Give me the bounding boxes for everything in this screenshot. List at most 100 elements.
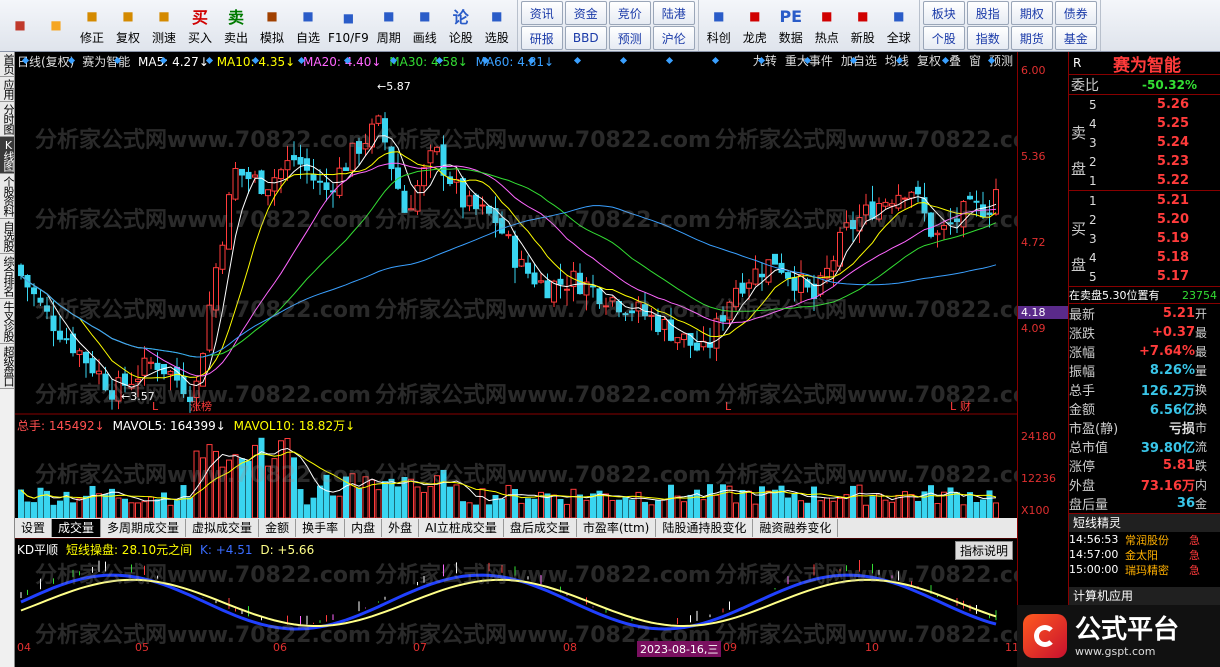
stat-name: 盘后量 xyxy=(1069,498,1109,513)
left-tab-8[interactable]: 超级盘口 xyxy=(0,344,15,389)
elves-time: 14:56:53 xyxy=(1069,533,1119,546)
toolbar-cell-5[interactable]: 指数 xyxy=(966,26,1009,50)
ask-row[interactable]: 3 5.24 xyxy=(1069,133,1220,152)
toolbar-cell-4[interactable]: 研报 xyxy=(520,26,563,50)
candle-body xyxy=(271,177,278,192)
tool-button-4[interactable]: ■ 测速 xyxy=(146,0,182,51)
weibi-label: 委比 xyxy=(1071,77,1099,94)
kline-chart-area[interactable]: 日线(复权) 赛为智能 MA5: 4.27↓ MA10: 4.35↓ MA20:… xyxy=(15,52,1017,664)
indicator-tab-7[interactable]: 外盘 xyxy=(382,519,420,537)
volume-bar xyxy=(739,489,746,519)
tool2-button-0[interactable]: ■ 科创 xyxy=(701,0,737,51)
toolbar-cell-7[interactable]: 基金 xyxy=(1054,26,1097,50)
tool-button-3[interactable]: ■ 复权 xyxy=(110,0,146,51)
toolbar-cell-1[interactable]: 资金 xyxy=(564,1,607,25)
stat-row: 金额 6.56亿换 xyxy=(1069,399,1220,418)
indicator-tab-0[interactable]: 设置 xyxy=(15,519,53,537)
discuss-icon: 论 xyxy=(452,8,469,27)
ask-row[interactable]: 4 5.25 xyxy=(1069,114,1220,133)
indicator-tab-8[interactable]: AI立桩成交量 xyxy=(419,519,504,537)
indicator-tab-10[interactable]: 市盈率(ttm) xyxy=(577,519,657,537)
tool-button-label: 画线 xyxy=(412,31,437,45)
left-tab-6[interactable]: 综合排名 xyxy=(0,254,15,299)
bid-row[interactable]: 3 5.19 xyxy=(1069,229,1220,248)
left-tab-0[interactable]: 首页 xyxy=(0,52,15,77)
tool2-button-4[interactable]: ■ 新股 xyxy=(845,0,881,51)
indicator-tab-3[interactable]: 虚拟成交量 xyxy=(186,519,260,537)
volume-bar xyxy=(889,501,895,519)
tool2-button-3[interactable]: ■ 热点 xyxy=(809,0,845,51)
watermark: 分析家公式网www.70822.com xyxy=(35,297,371,323)
volume-bar xyxy=(869,496,876,519)
tool-button-0[interactable]: ■ xyxy=(2,0,38,51)
ask-row[interactable]: 1 5.22 xyxy=(1069,171,1220,190)
indicator-tab-12[interactable]: 融资融券变化 xyxy=(753,519,839,537)
left-tab-5[interactable]: 自选股 xyxy=(0,219,15,254)
candle-body xyxy=(739,282,746,294)
toolbar-cell-1[interactable]: 股指 xyxy=(966,1,1009,25)
candle-body xyxy=(323,182,330,190)
tool-button-13[interactable]: ■ 选股 xyxy=(479,0,515,51)
toolbar-cell-4[interactable]: 个股 xyxy=(922,26,965,50)
tool2-button-1[interactable]: ■ 龙虎 xyxy=(737,0,773,51)
toolbar-cell-5[interactable]: BBD xyxy=(564,26,607,50)
toolbar-cell-7[interactable]: 沪伦 xyxy=(652,26,695,50)
tool-button-11[interactable]: ■ 画线 xyxy=(407,0,443,51)
bid-row[interactable]: 5 5.17 xyxy=(1069,267,1220,286)
volume-bar xyxy=(765,490,772,519)
toolbar-cell-0[interactable]: 资讯 xyxy=(520,1,563,25)
toolbar-cell-3[interactable]: 陆港 xyxy=(652,1,695,25)
toolbar-cell-6[interactable]: 预测 xyxy=(608,26,651,50)
indicator-tab-9[interactable]: 盘后成交量 xyxy=(504,519,577,537)
tool-button-7[interactable]: ■ 模拟 xyxy=(254,0,290,51)
tool-button-8[interactable]: ■ 自选 xyxy=(290,0,326,51)
tool-button-1[interactable]: ■ xyxy=(38,0,74,51)
indicator-tab-11[interactable]: 陆股通持股变化 xyxy=(656,519,754,537)
tool-button-10[interactable]: ■ 周期 xyxy=(371,0,407,51)
elves-title[interactable]: 短线精灵 xyxy=(1069,514,1220,532)
tool-button-2[interactable]: ■ 修正 xyxy=(74,0,110,51)
ask-row[interactable]: 2 5.23 xyxy=(1069,152,1220,171)
elves-row[interactable]: 15:00:00 瑞玛精密 急 xyxy=(1069,562,1220,577)
volume-bar xyxy=(466,502,473,519)
tool2-button-5[interactable]: ■ 全球 xyxy=(881,0,917,51)
indicator-tab-5[interactable]: 换手率 xyxy=(296,519,346,537)
elves-row[interactable]: 14:56:53 常润股份 急 xyxy=(1069,532,1220,547)
toolbar-cell-2[interactable]: 期权 xyxy=(1010,1,1053,25)
tool2-button-2[interactable]: PE 数据 xyxy=(773,0,809,51)
volume-bar xyxy=(37,487,44,519)
volume-bar xyxy=(863,504,869,519)
tool-button-12[interactable]: 论论股 xyxy=(443,0,479,51)
bid-row[interactable]: 1 5.21 xyxy=(1069,191,1220,210)
indicator-tab-6[interactable]: 内盘 xyxy=(345,519,383,537)
elves-row[interactable]: 14:57:00 金太阳 急 xyxy=(1069,547,1220,562)
signal-diamond xyxy=(205,56,214,65)
bid-row[interactable]: 4 5.18 xyxy=(1069,248,1220,267)
bid-price: 5.20 xyxy=(1156,212,1189,227)
toolbar-cell-6[interactable]: 期货 xyxy=(1010,26,1053,50)
left-tab-3[interactable]: K线图 xyxy=(0,137,15,174)
toolbar-cell-2[interactable]: 竞价 xyxy=(608,1,651,25)
left-tab-4[interactable]: 个股资料 xyxy=(0,174,15,219)
tool-button-5[interactable]: 买买入 xyxy=(182,0,218,51)
tool-button-9[interactable]: ■ F10/F9 xyxy=(326,0,371,51)
stat-name: 市盈(静) xyxy=(1069,422,1119,437)
toolbar-cell-3[interactable]: 债券 xyxy=(1054,1,1097,25)
elves-event: 急 xyxy=(1189,563,1200,577)
left-tab-2[interactable]: 分时图 xyxy=(0,102,15,137)
watermark: 分析家公式网www.70822.com xyxy=(35,382,371,408)
bid-row[interactable]: 2 5.20 xyxy=(1069,210,1220,229)
indicator-tab-4[interactable]: 金额 xyxy=(259,519,297,537)
indicator-tab-1[interactable]: 成交量 xyxy=(52,519,102,537)
app-label[interactable]: 计算机应用 xyxy=(1069,587,1220,605)
tool-button-6[interactable]: 卖卖出 xyxy=(218,0,254,51)
indicator-tab-2[interactable]: 多周期成交量 xyxy=(101,519,187,537)
sell-note: 在卖盘5.30位置有 xyxy=(1069,289,1160,302)
left-tab-1[interactable]: 应用 xyxy=(0,77,15,102)
toolbar-cell-0[interactable]: 板块 xyxy=(922,1,965,25)
volume-tick-0: 24180 xyxy=(1021,430,1056,443)
ask-row[interactable]: 5 5.26 xyxy=(1069,95,1220,114)
candle-body xyxy=(895,194,902,209)
left-tab-7[interactable]: 牛叉诊股 xyxy=(0,299,15,344)
indicator-help-button[interactable]: 指标说明 xyxy=(954,541,1013,560)
